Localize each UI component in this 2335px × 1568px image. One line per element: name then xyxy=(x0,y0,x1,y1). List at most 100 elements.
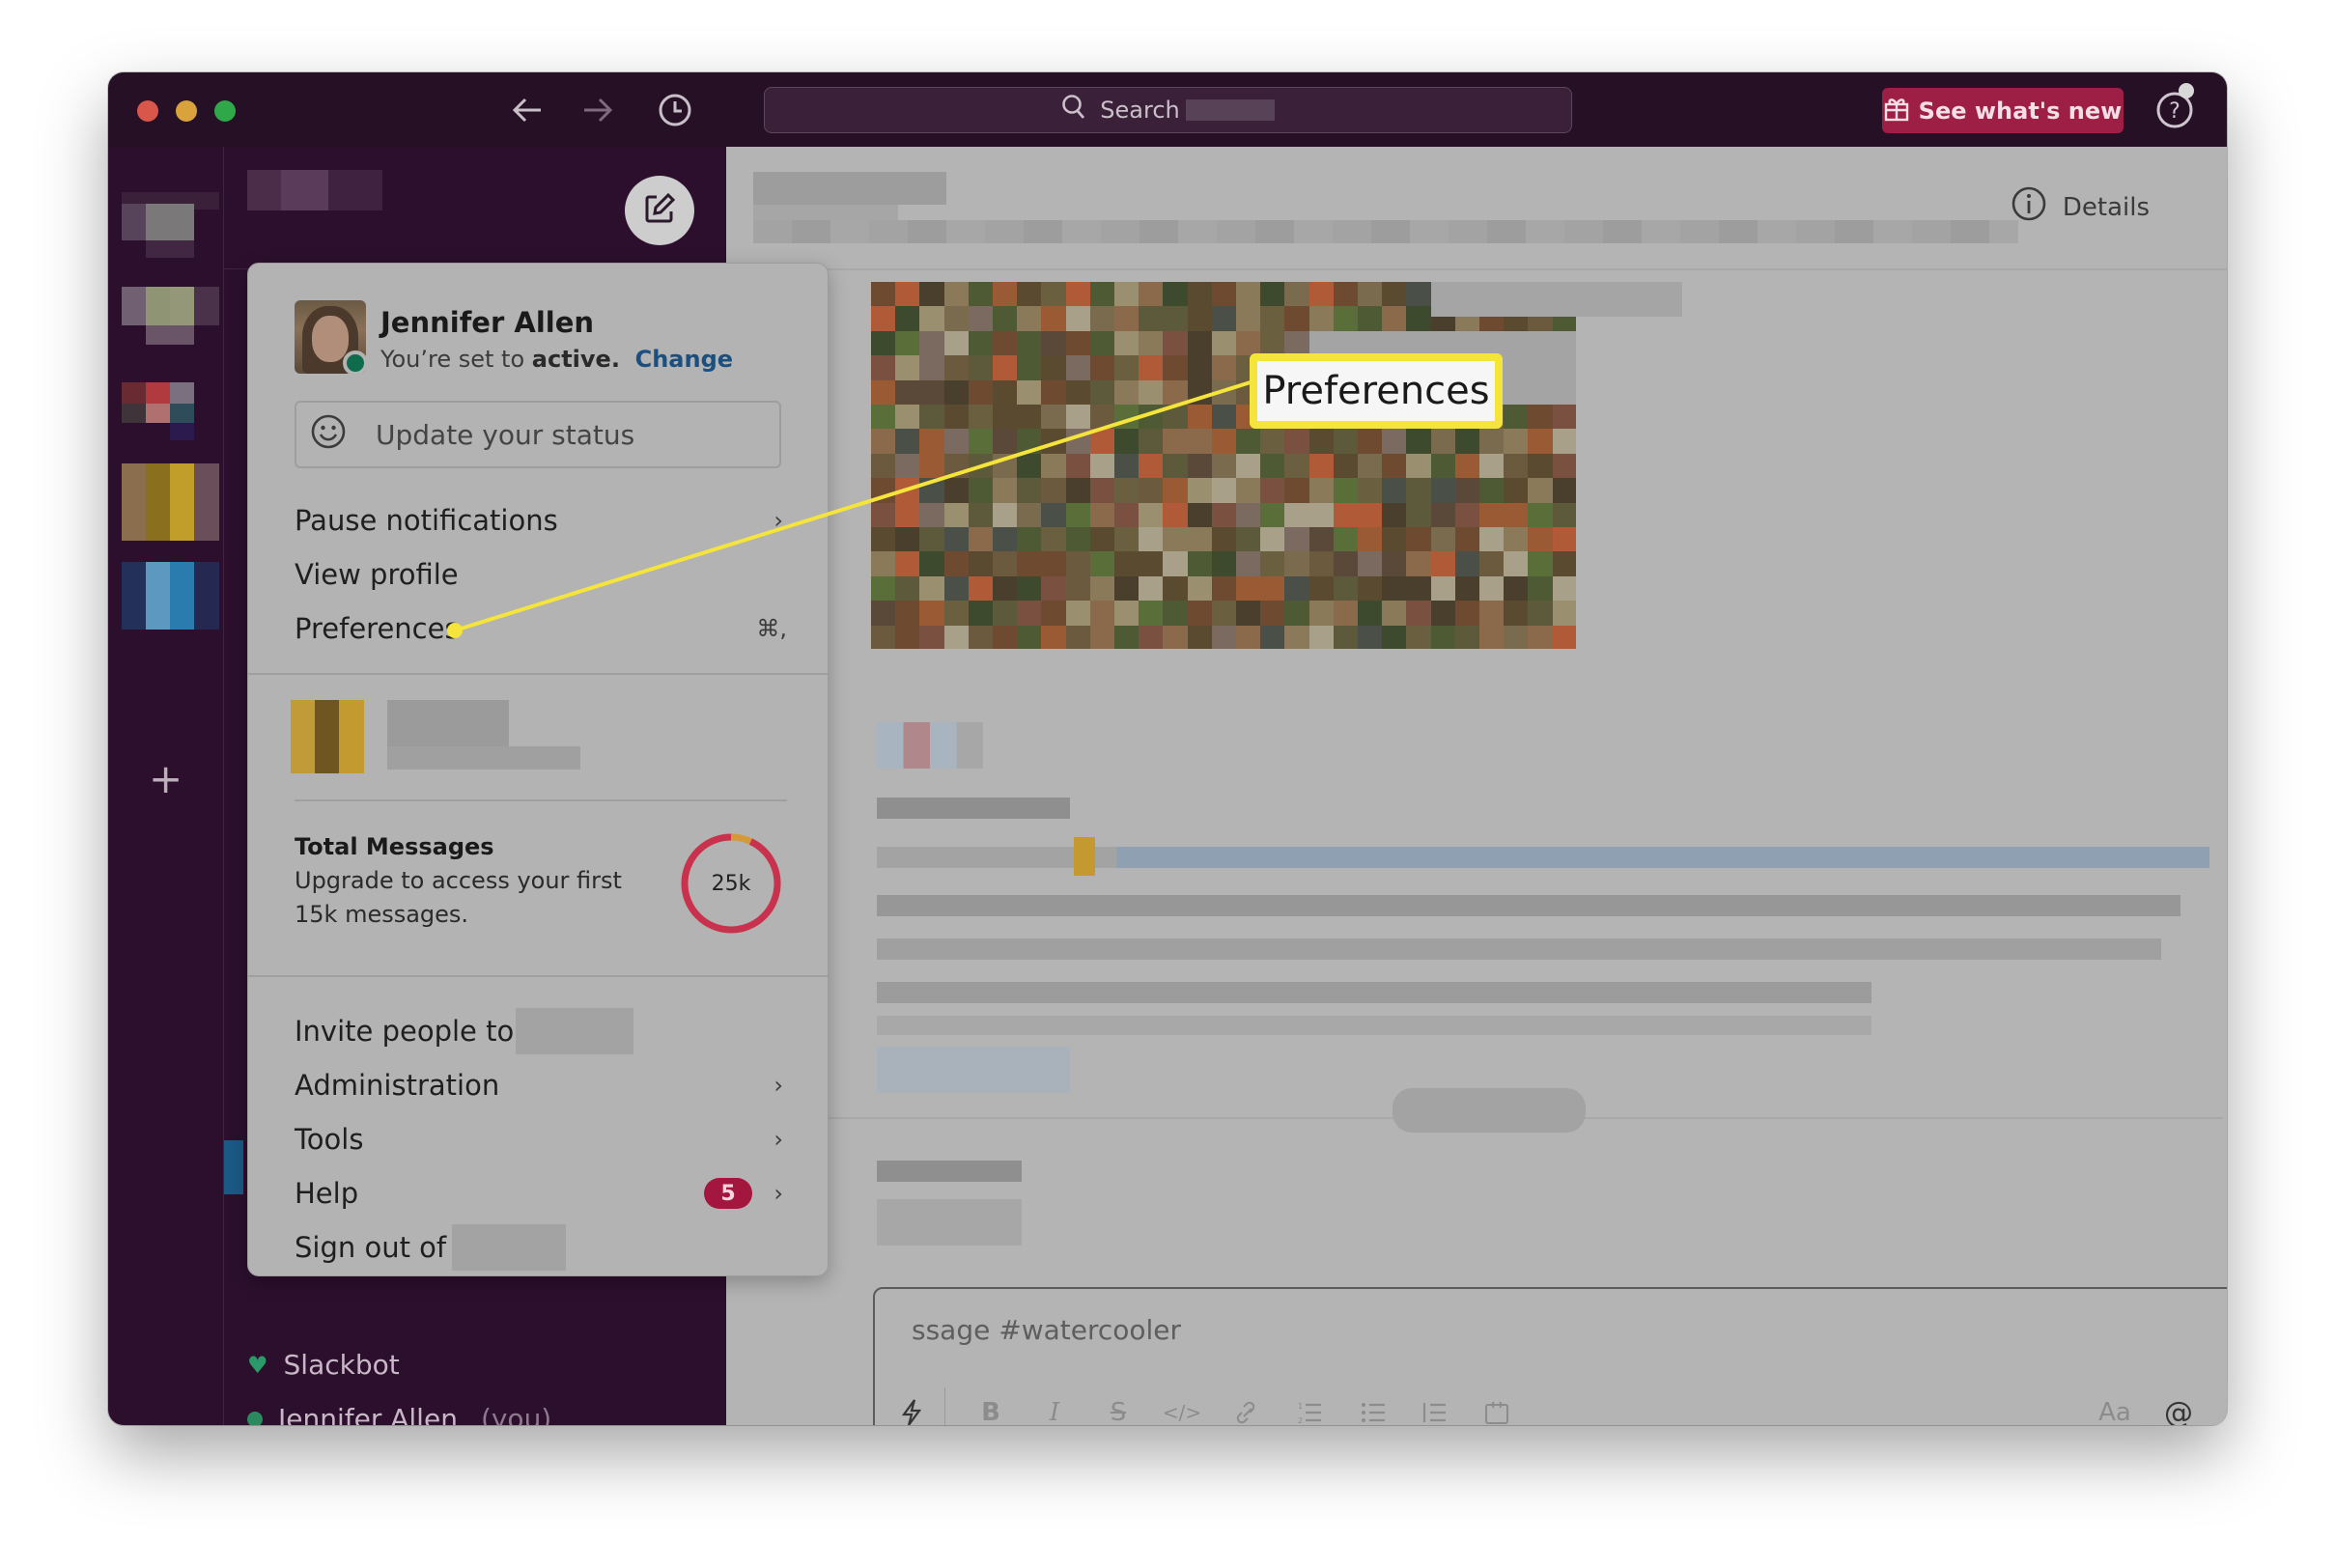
image-pixel xyxy=(1454,527,1480,553)
image-pixel xyxy=(1358,453,1384,480)
redacted-message-line xyxy=(877,938,2161,960)
image-pixel xyxy=(871,330,897,357)
image-pixel xyxy=(1139,601,1165,627)
image-pixel xyxy=(1260,625,1286,649)
info-icon xyxy=(2011,185,2047,229)
image-pixel xyxy=(1333,453,1359,480)
image-pixel xyxy=(1089,405,1115,431)
workspace-icon[interactable] xyxy=(122,463,219,541)
italic-icon[interactable]: I xyxy=(1035,1393,1074,1425)
svg-text:1: 1 xyxy=(1298,1402,1303,1411)
image-pixel xyxy=(1358,429,1384,455)
menu-item-view-profile[interactable]: View profile xyxy=(295,550,787,599)
menu-item-label: Pause notifications xyxy=(295,504,558,537)
image-pixel xyxy=(1139,527,1165,553)
image-pixel xyxy=(943,330,970,357)
workspace-icon[interactable] xyxy=(122,287,219,360)
emoji-icon[interactable] xyxy=(2223,1393,2227,1425)
workspace-icon[interactable] xyxy=(122,382,219,456)
redacted-shared-image[interactable] xyxy=(871,282,1576,649)
menu-item-tools[interactable]: Tools › xyxy=(295,1115,787,1163)
sidebar-item-self-dm[interactable]: Jennifer Allen (you) xyxy=(247,1403,551,1425)
search-bar[interactable]: Search xyxy=(764,87,1572,133)
chevron-right-icon: › xyxy=(774,1126,783,1153)
see-whats-new-button[interactable]: See what's new xyxy=(1882,88,2124,133)
update-status-input[interactable]: Update your status xyxy=(295,401,781,468)
message-composer[interactable]: ssage #watercooler B I S </> 12 Aa @ xyxy=(873,1287,2227,1425)
bold-icon[interactable]: B xyxy=(971,1393,1010,1425)
menu-item-sign-out[interactable]: Sign out of xyxy=(295,1223,787,1272)
strikethrough-icon[interactable]: S xyxy=(1099,1393,1138,1425)
image-pixel xyxy=(1187,502,1213,528)
sidebar-item-label: Jennifer Allen xyxy=(278,1403,458,1425)
image-pixel xyxy=(1187,429,1213,455)
redacted-link[interactable] xyxy=(877,1047,1070,1093)
minimize-window-button[interactable] xyxy=(176,100,197,122)
image-pixel xyxy=(895,478,921,504)
formatting-icon[interactable]: Aa xyxy=(2096,1393,2134,1425)
workspace-icon[interactable] xyxy=(122,192,219,266)
menu-item-help[interactable]: Help 5 › xyxy=(295,1169,787,1218)
image-pixel xyxy=(895,527,921,553)
image-pixel xyxy=(1504,429,1530,455)
code-icon[interactable]: </> xyxy=(1163,1393,1201,1425)
image-pixel xyxy=(919,282,945,308)
search-icon xyxy=(1061,94,1086,126)
image-pixel xyxy=(943,527,970,553)
workspace-icon[interactable] xyxy=(122,562,219,635)
image-pixel xyxy=(968,527,994,553)
image-pixel xyxy=(1089,551,1115,577)
image-pixel xyxy=(1114,551,1140,577)
details-button[interactable]: Details xyxy=(2011,185,2150,229)
image-pixel xyxy=(1163,379,1189,406)
compose-button[interactable] xyxy=(625,176,694,245)
image-pixel xyxy=(993,625,1019,649)
menu-item-pause-notifications[interactable]: Pause notifications › xyxy=(295,496,787,545)
image-pixel xyxy=(1236,478,1262,504)
arrow-left-icon[interactable] xyxy=(509,92,546,128)
arrow-right-icon[interactable] xyxy=(579,92,616,128)
link-icon[interactable] xyxy=(1226,1393,1265,1425)
menu-item-invite-people[interactable]: Invite people to xyxy=(295,1007,787,1055)
change-status-link[interactable]: Change xyxy=(635,346,733,373)
menu-item-preferences[interactable]: Preferences ⌘, xyxy=(295,604,787,653)
image-pixel xyxy=(968,330,994,357)
image-pixel xyxy=(1236,502,1262,528)
ordered-list-icon[interactable]: 12 xyxy=(1290,1393,1329,1425)
image-pixel xyxy=(1358,282,1384,308)
shortcuts-icon[interactable] xyxy=(892,1393,931,1425)
image-pixel xyxy=(1382,502,1408,528)
image-pixel xyxy=(1260,478,1286,504)
code-block-icon[interactable] xyxy=(1477,1393,1516,1425)
redacted-channel-name[interactable] xyxy=(753,172,946,205)
image-pixel xyxy=(1041,625,1067,649)
image-pixel xyxy=(919,379,945,406)
redacted-reactions[interactable] xyxy=(877,722,983,769)
image-pixel xyxy=(1089,601,1115,627)
redacted-org-icon[interactable] xyxy=(291,700,364,773)
image-pixel xyxy=(871,601,897,627)
redacted-org-url xyxy=(387,746,580,770)
image-pixel xyxy=(993,527,1019,553)
image-pixel xyxy=(1406,478,1432,504)
clock-icon[interactable] xyxy=(657,92,693,128)
preferences-callout-label: Preferences xyxy=(1250,353,1503,429)
image-pixel xyxy=(1430,429,1456,455)
blockquote-icon[interactable] xyxy=(1416,1393,1454,1425)
mention-icon[interactable]: @ xyxy=(2159,1393,2198,1426)
add-workspace-button[interactable]: + xyxy=(149,759,183,799)
image-pixel xyxy=(1187,282,1213,308)
close-window-button[interactable] xyxy=(137,100,158,122)
menu-item-administration[interactable]: Administration › xyxy=(295,1061,787,1109)
image-pixel xyxy=(1260,453,1286,480)
image-pixel xyxy=(895,575,921,602)
image-pixel xyxy=(919,355,945,381)
redacted-workspace-name[interactable] xyxy=(247,170,382,210)
sidebar-item-slackbot[interactable]: ♥ Slackbot xyxy=(247,1349,400,1381)
bulleted-list-icon[interactable] xyxy=(1354,1393,1393,1425)
image-pixel xyxy=(1163,575,1189,602)
image-pixel xyxy=(1430,527,1456,553)
maximize-window-button[interactable] xyxy=(214,100,236,122)
image-pixel xyxy=(1139,306,1165,332)
redacted-date-pill[interactable] xyxy=(1393,1088,1586,1133)
